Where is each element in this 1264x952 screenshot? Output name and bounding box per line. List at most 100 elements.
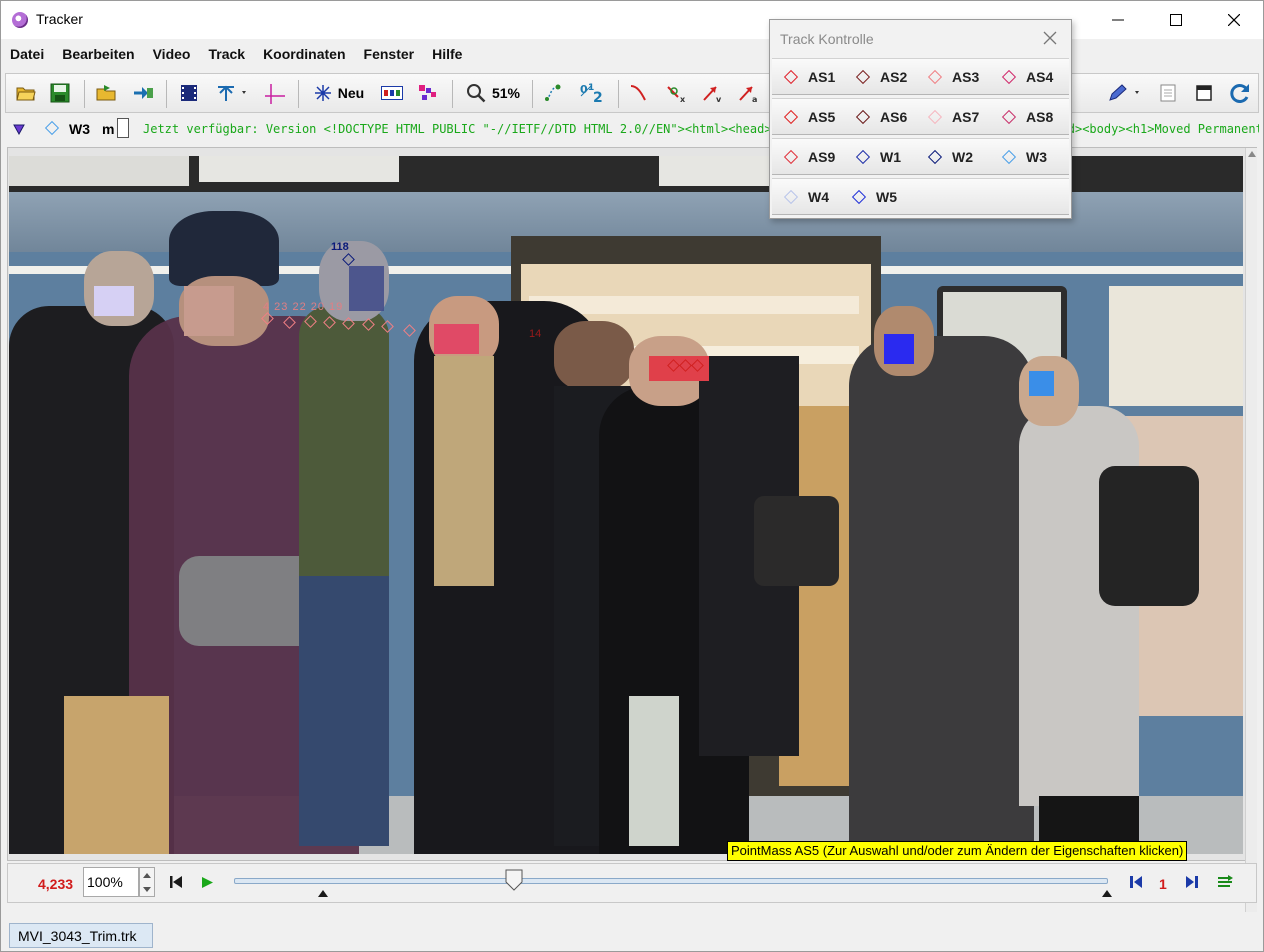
close-icon[interactable] (1042, 30, 1058, 46)
tracker-logo-icon (12, 12, 28, 28)
position-icon: x (667, 86, 686, 103)
footprint-button[interactable] (626, 80, 654, 106)
track-control-row: AS5 AS6 AS7 AS8 (772, 98, 1069, 135)
step-forward-button[interactable] (1186, 876, 1198, 888)
frame-slider[interactable] (234, 878, 1108, 884)
w2-frame-label: 118 (331, 241, 349, 253)
velocity-icon: v (703, 86, 722, 103)
play-button[interactable] (202, 877, 213, 888)
menu-video[interactable]: Video (153, 46, 191, 62)
track-button-as7[interactable]: AS7 (926, 107, 979, 127)
calibration-icon (218, 85, 246, 101)
velocity-button[interactable]: v (698, 80, 726, 106)
export-button[interactable] (130, 80, 156, 106)
frame-counter[interactable]: 4,233 (38, 876, 73, 892)
step-back-button[interactable] (1130, 876, 1142, 888)
clip-settings-button[interactable] (176, 80, 202, 106)
video-view[interactable]: 118 4 23 22 20 19 14 (9, 156, 1243, 854)
track-dropdown-icon[interactable] (13, 124, 25, 135)
track-button-as9[interactable]: AS9 (782, 147, 835, 167)
slider-thumb[interactable] (505, 869, 523, 891)
open-folder-icon (16, 87, 36, 101)
paths-button[interactable] (540, 80, 568, 106)
track-button-as8[interactable]: AS8 (1000, 107, 1053, 127)
track-control-title: Track Kontrolle (780, 31, 874, 47)
acceleration-button[interactable]: a (734, 80, 762, 106)
zoom-icon (466, 84, 486, 103)
menu-hilfe[interactable]: Hilfe (432, 46, 462, 62)
spin-up-icon[interactable] (143, 873, 151, 878)
track-button-label: AS9 (808, 149, 836, 165)
zoom-spinner[interactable] (139, 867, 155, 897)
minimize-button[interactable] (1089, 1, 1147, 39)
player-bar: 4,233 100% 1 (7, 863, 1257, 903)
new-track-button[interactable]: Neu (308, 80, 370, 106)
diamond-marker-icon (783, 69, 799, 85)
window-button[interactable] (1190, 80, 1218, 106)
track-button-label: AS5 (808, 109, 836, 125)
as3-frame-labels: 4 23 22 20 19 (263, 301, 344, 313)
mass-field[interactable] (117, 118, 129, 138)
file-tab[interactable]: MVI_3043_Trim.trk (9, 923, 153, 948)
open-video-button[interactable] (94, 80, 120, 106)
new-track-icon (314, 85, 331, 101)
zoom-button[interactable]: 51% (462, 80, 524, 106)
zoom-input[interactable]: 100% (83, 867, 139, 897)
vertical-scrollbar[interactable] (1245, 148, 1257, 912)
spin-down-icon[interactable] (143, 887, 151, 892)
refresh-button[interactable] (1226, 80, 1254, 106)
selected-track-name[interactable]: W3 (69, 121, 90, 137)
track-button-w4[interactable]: W4 (782, 187, 829, 207)
track-button-as5[interactable]: AS5 (782, 107, 835, 127)
track-button-w3[interactable]: W3 (1000, 147, 1047, 167)
track-button-w2[interactable]: W2 (926, 147, 973, 167)
position-button[interactable]: x (662, 80, 690, 106)
diamond-marker-icon (783, 149, 799, 165)
track-button-as6[interactable]: AS6 (854, 107, 907, 127)
mass-unit-label: m (102, 121, 115, 137)
save-button[interactable] (48, 80, 72, 106)
track-button-label: AS1 (808, 69, 836, 85)
pencil-button[interactable] (1104, 80, 1144, 106)
track-button-as2[interactable]: AS2 (854, 67, 907, 87)
loop-icon[interactable] (1216, 874, 1234, 890)
w3-marker-icon (44, 120, 60, 136)
track-button-as1[interactable]: AS1 (782, 67, 835, 87)
track-button-label: AS3 (952, 69, 980, 85)
calibration-button[interactable] (212, 80, 252, 106)
data-axes-button[interactable]: 012 (576, 80, 610, 106)
axes-button[interactable] (262, 80, 288, 106)
menu-track[interactable]: Track (208, 46, 245, 62)
track-button-label: W1 (880, 149, 901, 165)
diamond-marker-icon (855, 149, 871, 165)
track-button-w5[interactable]: W5 (850, 187, 897, 207)
track-button-label: W2 (952, 149, 973, 165)
trail-button[interactable] (414, 80, 442, 106)
menu-koordinaten[interactable]: Koordinaten (263, 46, 345, 62)
svg-text:a: a (752, 95, 757, 103)
menu-fenster[interactable]: Fenster (364, 46, 415, 62)
window-title: Tracker (36, 11, 83, 27)
data-table-button[interactable] (378, 80, 406, 106)
svg-text:x: x (680, 95, 686, 103)
close-button[interactable] (1205, 1, 1263, 39)
notes-button[interactable] (1154, 80, 1182, 106)
track-button-w1[interactable]: W1 (854, 147, 901, 167)
notes-icon (1160, 84, 1176, 102)
start-marker-icon[interactable] (318, 890, 328, 897)
trail-icon (419, 85, 436, 100)
end-marker-icon[interactable] (1102, 890, 1112, 897)
data-table-icon (381, 86, 403, 100)
step-size[interactable]: 1 (1159, 876, 1167, 892)
maximize-button[interactable] (1147, 1, 1205, 39)
track-button-as3[interactable]: AS3 (926, 67, 979, 87)
track-button-as4[interactable]: AS4 (1000, 67, 1053, 87)
scroll-up-icon[interactable] (1248, 151, 1256, 157)
rewind-button[interactable] (170, 876, 182, 888)
clip-settings-icon (181, 85, 197, 101)
diamond-marker-icon (783, 189, 799, 205)
paths-icon (545, 84, 561, 101)
menu-bearbeiten[interactable]: Bearbeiten (62, 46, 134, 62)
open-button[interactable] (14, 80, 38, 106)
menu-datei[interactable]: Datei (10, 46, 44, 62)
